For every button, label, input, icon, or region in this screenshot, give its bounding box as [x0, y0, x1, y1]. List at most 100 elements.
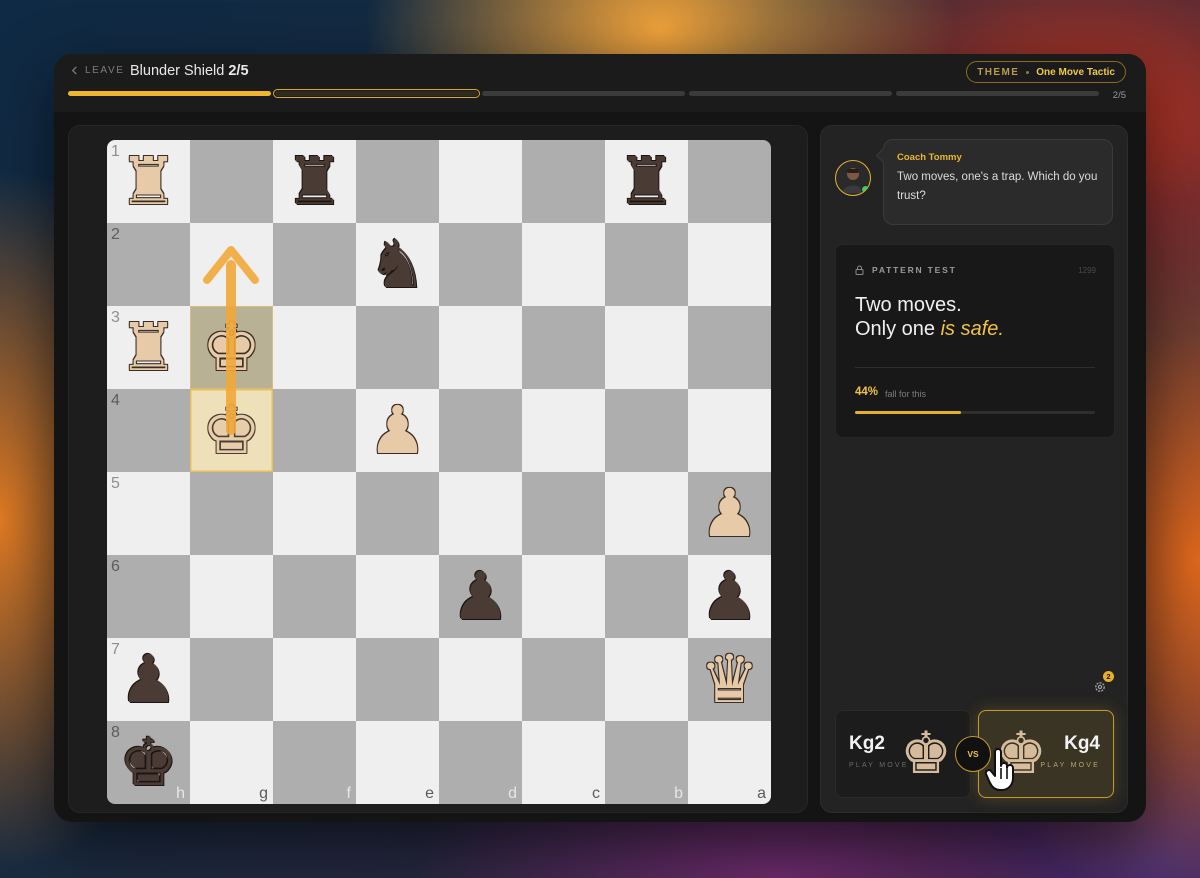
square-b3[interactable]	[605, 306, 688, 389]
square-b2[interactable]	[605, 223, 688, 306]
square-b7[interactable]	[605, 638, 688, 721]
square-c4[interactable]	[522, 389, 605, 472]
black-pawn-icon[interactable]: ♟	[694, 561, 765, 632]
square-e4[interactable]: ♟	[356, 389, 439, 472]
rank-label: 6	[111, 558, 120, 575]
square-e7[interactable]	[356, 638, 439, 721]
square-f8[interactable]: f	[273, 721, 356, 804]
square-a8[interactable]: a	[688, 721, 771, 804]
square-c3[interactable]	[522, 306, 605, 389]
square-h3[interactable]: 3 ♜	[107, 306, 190, 389]
square-c7[interactable]	[522, 638, 605, 721]
white-rook-icon[interactable]: ♜	[113, 146, 184, 217]
rank-label: 4	[111, 392, 120, 409]
square-g7[interactable]	[190, 638, 273, 721]
header: LEAVE Blunder Shield 2/5 THEME One Move …	[54, 54, 1146, 112]
theme-badge: THEME One Move Tactic	[966, 61, 1126, 83]
white-pawn-icon[interactable]: ♟	[362, 395, 433, 466]
square-f1[interactable]: ♜	[273, 140, 356, 223]
rank-label: 2	[111, 226, 120, 243]
divider	[855, 367, 1095, 368]
square-g2[interactable]	[190, 223, 273, 306]
progress-segment	[689, 91, 892, 96]
square-c6[interactable]	[522, 555, 605, 638]
square-e5[interactable]	[356, 472, 439, 555]
square-h6[interactable]: 6	[107, 555, 190, 638]
square-d8[interactable]: d	[439, 721, 522, 804]
square-h7[interactable]: 7 ♟	[107, 638, 190, 721]
white-king-icon[interactable]: ♚	[196, 395, 267, 466]
square-f7[interactable]	[273, 638, 356, 721]
square-e1[interactable]	[356, 140, 439, 223]
square-d7[interactable]	[439, 638, 522, 721]
square-f3[interactable]	[273, 306, 356, 389]
white-king-icon[interactable]: ♚	[196, 312, 267, 383]
square-a4[interactable]	[688, 389, 771, 472]
square-b5[interactable]	[605, 472, 688, 555]
black-king-icon[interactable]: ♚	[113, 727, 184, 798]
coach-name: Coach Tommy	[897, 152, 962, 163]
square-d3[interactable]	[439, 306, 522, 389]
square-d2[interactable]	[439, 223, 522, 306]
progress-counter: 2/5	[1112, 90, 1126, 101]
black-pawn-icon[interactable]: ♟	[113, 644, 184, 715]
chess-board[interactable]: 1 ♜ ♜ ♜ 2 ♞ 3 ♜ ♚ 4 ♚ ♟ 5 ♟ 6 ♟ ♟ 7 ♟ ♛ 8 h ♚ g f e d c b a	[107, 140, 771, 804]
square-f5[interactable]	[273, 472, 356, 555]
square-a3[interactable]	[688, 306, 771, 389]
square-a1[interactable]	[688, 140, 771, 223]
leave-button[interactable]: LEAVE	[70, 65, 125, 76]
square-c8[interactable]: c	[522, 721, 605, 804]
square-c2[interactable]	[522, 223, 605, 306]
square-b8[interactable]: b	[605, 721, 688, 804]
square-g1[interactable]	[190, 140, 273, 223]
square-g3[interactable]: ♚	[190, 306, 273, 389]
square-e8[interactable]: e	[356, 721, 439, 804]
square-h8[interactable]: 8 h ♚	[107, 721, 190, 804]
square-g6[interactable]	[190, 555, 273, 638]
black-pawn-icon[interactable]: ♟	[445, 561, 516, 632]
square-g5[interactable]	[190, 472, 273, 555]
square-f4[interactable]	[273, 389, 356, 472]
move-choice-label: Kg4	[1064, 733, 1100, 754]
square-b6[interactable]	[605, 555, 688, 638]
square-a7[interactable]: ♛	[688, 638, 771, 721]
square-a5[interactable]: ♟	[688, 472, 771, 555]
square-h4[interactable]: 4	[107, 389, 190, 472]
progress-segments	[68, 89, 1099, 98]
black-rook-icon[interactable]: ♜	[279, 146, 350, 217]
square-e3[interactable]	[356, 306, 439, 389]
side-panel: Coach Tommy Two moves, one's a trap. Whi…	[820, 125, 1128, 813]
square-d1[interactable]	[439, 140, 522, 223]
square-b4[interactable]	[605, 389, 688, 472]
square-f6[interactable]	[273, 555, 356, 638]
headline-emphasis: is safe.	[940, 318, 1004, 340]
square-c5[interactable]	[522, 472, 605, 555]
square-a2[interactable]	[688, 223, 771, 306]
square-c1[interactable]	[522, 140, 605, 223]
square-e2[interactable]: ♞	[356, 223, 439, 306]
lock-icon	[855, 265, 864, 275]
square-b1[interactable]: ♜	[605, 140, 688, 223]
square-g8[interactable]: g	[190, 721, 273, 804]
square-g4[interactable]: ♚	[190, 389, 273, 472]
black-knight-icon[interactable]: ♞	[362, 229, 433, 300]
square-h1[interactable]: 1 ♜	[107, 140, 190, 223]
white-queen-icon[interactable]: ♛	[694, 644, 765, 715]
square-h2[interactable]: 2	[107, 223, 190, 306]
square-e6[interactable]	[356, 555, 439, 638]
black-rook-icon[interactable]: ♜	[611, 146, 682, 217]
square-f2[interactable]	[273, 223, 356, 306]
move-choice-kg2-button[interactable]: Kg2 PLAY MOVE ♚	[835, 710, 971, 798]
leave-label: LEAVE	[85, 65, 125, 76]
white-pawn-icon[interactable]: ♟	[694, 478, 765, 549]
square-d4[interactable]	[439, 389, 522, 472]
square-a6[interactable]: ♟	[688, 555, 771, 638]
page-title: Blunder Shield 2/5	[130, 63, 249, 79]
square-d6[interactable]: ♟	[439, 555, 522, 638]
move-choice-sub: PLAY MOVE	[1040, 762, 1100, 769]
square-h5[interactable]: 5	[107, 472, 190, 555]
square-d5[interactable]	[439, 472, 522, 555]
theme-label: THEME	[977, 66, 1020, 78]
fail-rate-fill	[855, 411, 961, 414]
white-rook-icon[interactable]: ♜	[113, 312, 184, 383]
